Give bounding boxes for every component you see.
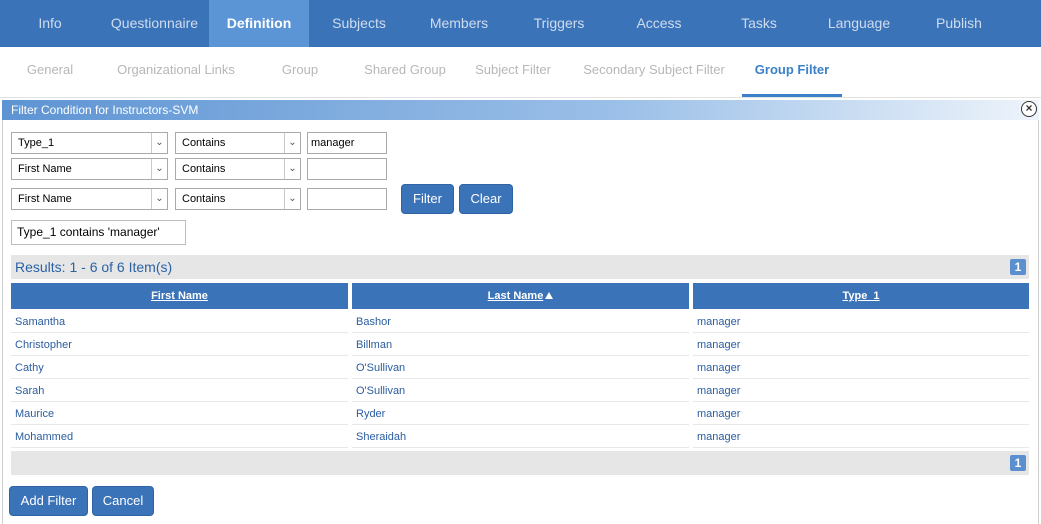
subtab-secondary-subject-filter[interactable]: Secondary Subject Filter bbox=[576, 47, 732, 97]
top-nav: Info Questionnaire Definition Subjects M… bbox=[0, 0, 1041, 47]
chevron-down-icon: ⌄ bbox=[284, 133, 300, 153]
results-bar: Results: 1 - 6 of 6 Item(s) bbox=[11, 255, 1029, 279]
chevron-down-icon: ⌄ bbox=[284, 189, 300, 209]
subtab-group-filter[interactable]: Group Filter bbox=[742, 47, 842, 97]
tab-subjects[interactable]: Subjects bbox=[309, 0, 409, 47]
table-row[interactable]: Sarah O'Sullivan manager bbox=[11, 380, 1029, 403]
clear-button[interactable]: Clear bbox=[459, 184, 513, 214]
filter-field-value: First Name bbox=[18, 193, 72, 205]
tab-definition[interactable]: Definition bbox=[209, 0, 309, 47]
sub-nav: General Organizational Links Group Share… bbox=[0, 47, 1041, 98]
table-row[interactable]: Maurice Ryder manager bbox=[11, 403, 1029, 426]
cell-first-name: Samantha bbox=[11, 311, 348, 333]
filter-field-value: First Name bbox=[18, 163, 72, 175]
filter-field-select[interactable]: First Name ⌄ bbox=[11, 188, 168, 210]
chevron-down-icon: ⌄ bbox=[151, 133, 167, 153]
filter-operator-value: Contains bbox=[182, 163, 226, 175]
cell-first-name: Christopher bbox=[11, 334, 348, 356]
column-header-label: First Name bbox=[151, 290, 208, 302]
tab-members[interactable]: Members bbox=[409, 0, 509, 47]
filter-operator-value: Contains bbox=[182, 193, 226, 205]
column-header-first-name[interactable]: First Name bbox=[11, 283, 348, 309]
page-number-button[interactable]: 1 bbox=[1010, 259, 1026, 275]
close-icon[interactable]: × bbox=[1021, 101, 1037, 117]
cell-last-name: O'Sullivan bbox=[352, 357, 689, 379]
chevron-down-icon: ⌄ bbox=[151, 159, 167, 179]
column-header-type-1[interactable]: Type_1 bbox=[693, 283, 1029, 309]
cell-last-name: Billman bbox=[352, 334, 689, 356]
subtab-subject-filter[interactable]: Subject Filter bbox=[468, 47, 558, 97]
filter-value-input[interactable] bbox=[307, 188, 387, 210]
cell-first-name: Sarah bbox=[11, 380, 348, 402]
column-header-label: Type_1 bbox=[842, 290, 880, 302]
add-filter-button[interactable]: Add Filter bbox=[9, 486, 88, 516]
cell-type-1: manager bbox=[693, 380, 1029, 402]
table-row[interactable]: Cathy O'Sullivan manager bbox=[11, 357, 1029, 380]
cell-last-name: Bashor bbox=[352, 311, 689, 333]
filter-value-input[interactable]: manager bbox=[307, 132, 387, 154]
filter-field-select[interactable]: First Name ⌄ bbox=[11, 158, 168, 180]
results-footer bbox=[11, 451, 1029, 475]
tab-questionnaire[interactable]: Questionnaire bbox=[100, 0, 209, 47]
cell-last-name: Sheraidah bbox=[352, 426, 689, 448]
cell-type-1: manager bbox=[693, 311, 1029, 333]
filter-summary: Type_1 contains 'manager' bbox=[11, 220, 186, 245]
cell-first-name: Cathy bbox=[11, 357, 348, 379]
results-count: Results: 1 - 6 of 6 Item(s) bbox=[15, 259, 173, 275]
cell-type-1: manager bbox=[693, 357, 1029, 379]
subtab-shared-group[interactable]: Shared Group bbox=[358, 47, 452, 97]
cell-last-name: O'Sullivan bbox=[352, 380, 689, 402]
tab-language[interactable]: Language bbox=[809, 0, 909, 47]
dialog-title: Filter Condition for Instructors-SVM bbox=[2, 100, 1039, 120]
cancel-button[interactable]: Cancel bbox=[92, 486, 154, 516]
table-row[interactable]: Mohammed Sheraidah manager bbox=[11, 426, 1029, 449]
filter-operator-select[interactable]: Contains ⌄ bbox=[175, 158, 301, 180]
cell-type-1: manager bbox=[693, 403, 1029, 425]
filter-field-value: Type_1 bbox=[18, 137, 55, 149]
cell-first-name: Maurice bbox=[11, 403, 348, 425]
chevron-down-icon: ⌄ bbox=[284, 159, 300, 179]
subtab-group[interactable]: Group bbox=[270, 47, 330, 97]
column-header-last-name[interactable]: Last Name bbox=[352, 283, 689, 309]
tab-access[interactable]: Access bbox=[609, 0, 709, 47]
cell-type-1: manager bbox=[693, 334, 1029, 356]
subtab-general[interactable]: General bbox=[12, 47, 88, 97]
tab-triggers[interactable]: Triggers bbox=[509, 0, 609, 47]
column-header-label: Last Name bbox=[487, 290, 544, 302]
tab-info[interactable]: Info bbox=[0, 0, 100, 47]
cell-first-name: Mohammed bbox=[11, 426, 348, 448]
page-number-button[interactable]: 1 bbox=[1010, 455, 1026, 471]
filter-button[interactable]: Filter bbox=[401, 184, 454, 214]
table-row[interactable]: Samantha Bashor manager bbox=[11, 311, 1029, 334]
sort-ascending-icon bbox=[545, 292, 554, 299]
cell-last-name: Ryder bbox=[352, 403, 689, 425]
cell-type-1: manager bbox=[693, 426, 1029, 448]
filter-operator-select[interactable]: Contains ⌄ bbox=[175, 132, 301, 154]
chevron-down-icon: ⌄ bbox=[151, 189, 167, 209]
subtab-organizational-links[interactable]: Organizational Links bbox=[106, 47, 246, 97]
tab-publish[interactable]: Publish bbox=[909, 0, 1009, 47]
table-row[interactable]: Christopher Billman manager bbox=[11, 334, 1029, 357]
tab-tasks[interactable]: Tasks bbox=[709, 0, 809, 47]
filter-field-select[interactable]: Type_1 ⌄ bbox=[11, 132, 168, 154]
filter-operator-value: Contains bbox=[182, 137, 226, 149]
filter-value-input[interactable] bbox=[307, 158, 387, 180]
filter-operator-select[interactable]: Contains ⌄ bbox=[175, 188, 301, 210]
